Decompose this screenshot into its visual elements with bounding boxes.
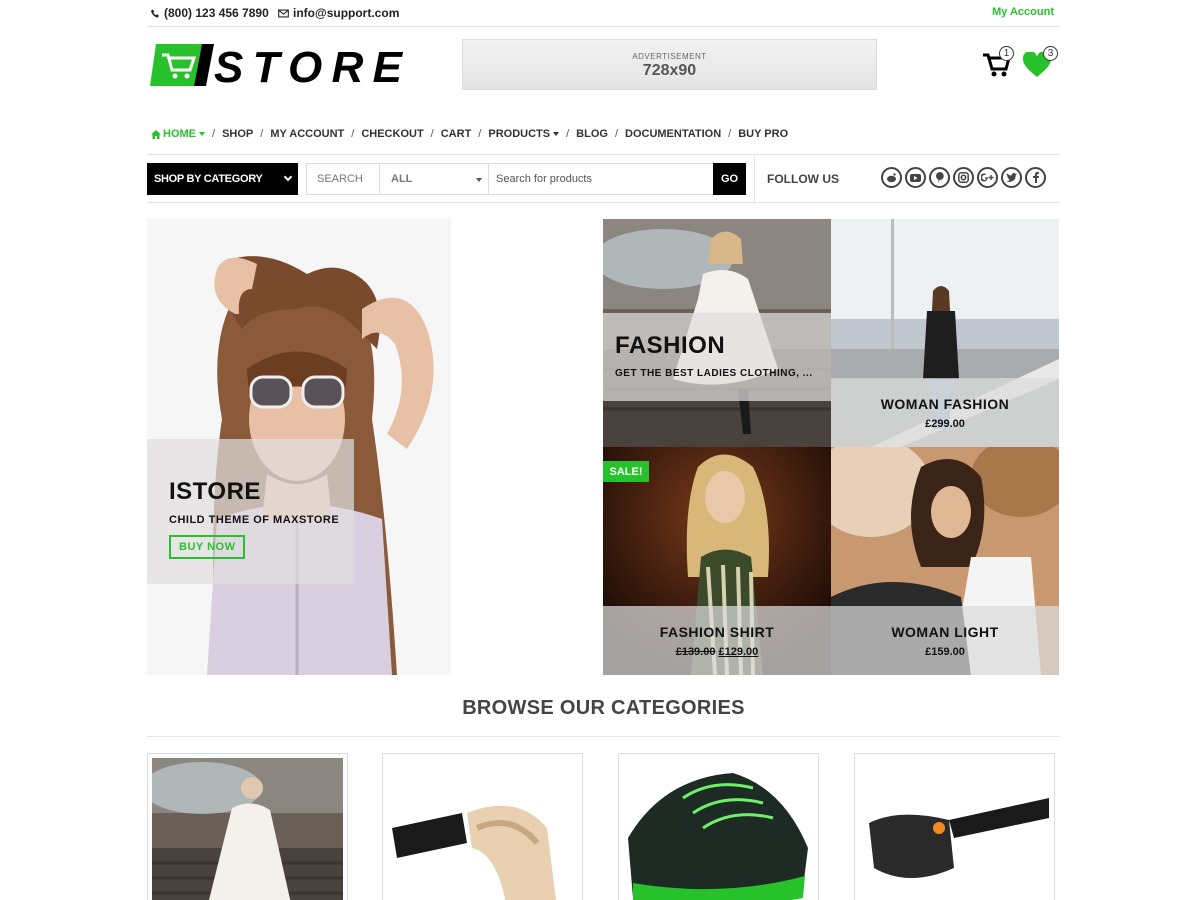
category-select-value[interactable]: ALL xyxy=(391,173,412,185)
phone-icon xyxy=(151,9,159,17)
fashion-category-image xyxy=(152,758,343,900)
top-bar: (800) 123 456 7890 info@support.com My A… xyxy=(147,0,1060,27)
email-address[interactable]: info@support.com xyxy=(293,6,399,20)
follow-us-label: FOLLOW US xyxy=(767,172,839,186)
google-plus-icon[interactable] xyxy=(977,167,998,188)
wishlist-button[interactable]: 3 xyxy=(1022,46,1058,83)
nav-label-home[interactable]: HOME xyxy=(163,128,196,140)
istore-logo: STORE xyxy=(150,43,406,92)
buy-now-button[interactable]: BUY NOW xyxy=(169,535,246,559)
fashion-title: FASHION xyxy=(615,332,726,359)
woman-fashion-name: WOMAN FASHION xyxy=(880,396,1010,412)
category-image xyxy=(387,758,578,900)
category-image xyxy=(152,758,343,900)
category-card[interactable] xyxy=(618,753,819,900)
pinterest-icon[interactable] xyxy=(929,167,950,188)
woman-fashion-price: £299.00 xyxy=(925,418,965,430)
hero-tile-fashion[interactable]: FASHION GET THE BEST LADIES CLOTHING, ..… xyxy=(603,219,831,447)
shoes-category-image xyxy=(623,758,814,900)
nav-item-home[interactable]: HOME xyxy=(144,128,212,140)
search-label: SEARCH xyxy=(306,163,380,195)
fashion-shirt-prices: £139.00 £129.00 xyxy=(603,646,831,658)
woman-fashion-overlay: WOMAN FASHION £299.00 xyxy=(831,378,1059,447)
wishlist-count-badge: 3 xyxy=(1043,46,1058,61)
fashion-shirt-overlay: FASHION SHIRT £139.00 £129.00 xyxy=(603,606,831,675)
chevron-down-icon xyxy=(476,178,482,182)
hero-main-overlay: ISTORE CHILD THEME OF MAXSTORE BUY NOW xyxy=(147,439,354,584)
category-image xyxy=(623,758,814,900)
category-card[interactable] xyxy=(147,753,348,900)
divider xyxy=(147,736,1060,737)
sale-badge: SALE! xyxy=(603,461,649,482)
hero-tile-woman-fashion[interactable]: WOMAN FASHION £299.00 xyxy=(831,219,1059,447)
my-account-link[interactable]: My Account xyxy=(992,6,1054,18)
phone-number: (800) 123 456 7890 xyxy=(164,6,269,20)
reddit-icon[interactable] xyxy=(881,167,902,188)
youtube-icon[interactable] xyxy=(905,167,926,188)
chevron-down-icon xyxy=(553,132,560,136)
woman-light-overlay: WOMAN LIGHT £159.00 xyxy=(831,606,1059,675)
hero-main-banner[interactable]: ISTORE CHILD THEME OF MAXSTORE BUY NOW xyxy=(147,219,451,675)
fashion-shirt-name: FASHION SHIRT xyxy=(659,624,775,640)
advertisement-banner[interactable]: ADVERTISEMENT 728x90 xyxy=(462,39,877,90)
go-button[interactable]: GO xyxy=(713,163,746,195)
main-nav: HOME / SHOP / MY ACCOUNT / CHECKOUT / CA… xyxy=(144,122,1057,146)
woman-light-name: WOMAN LIGHT xyxy=(891,624,999,640)
chevron-down-icon xyxy=(283,172,293,182)
category-card[interactable] xyxy=(382,753,583,900)
phone-contact: (800) 123 456 7890 xyxy=(151,6,269,20)
twitter-icon[interactable] xyxy=(1001,167,1022,188)
fashion-shirt-old-price: £139.00 xyxy=(675,646,716,658)
site-logo[interactable]: STORE xyxy=(150,43,406,92)
fashion-subtitle: GET THE BEST LADIES CLOTHING, ... xyxy=(615,368,813,379)
search-input[interactable] xyxy=(488,163,714,195)
hero-tile-woman-light[interactable]: WOMAN LIGHT £159.00 xyxy=(831,447,1059,675)
nav-item-buy-pro[interactable]: BUY PRO xyxy=(731,128,795,140)
nav-item-shop[interactable]: SHOP xyxy=(215,128,260,140)
accessory-category-image xyxy=(387,758,578,900)
search-row: SHOP BY CATEGORY SEARCH ALL GO FOLLOW US xyxy=(147,154,1060,203)
browse-categories-heading: BROWSE OUR CATEGORIES xyxy=(462,697,745,719)
category-select[interactable]: ALL xyxy=(379,163,489,195)
instagram-icon[interactable] xyxy=(953,167,974,188)
sunglasses-category-image xyxy=(859,758,1050,900)
svg-text:STORE: STORE xyxy=(214,44,404,86)
fashion-shirt-new-price: £129.00 xyxy=(718,646,759,658)
fashion-overlay: FASHION GET THE BEST LADIES CLOTHING, ..… xyxy=(603,313,831,401)
category-card[interactable] xyxy=(854,753,1055,900)
email-contact[interactable]: info@support.com xyxy=(278,6,399,20)
cart-count-badge: 1 xyxy=(999,46,1014,61)
nav-item-checkout[interactable]: CHECKOUT xyxy=(354,128,430,140)
hero-main-subtitle: CHILD THEME OF MAXSTORE xyxy=(169,514,340,526)
cart-button[interactable]: 1 xyxy=(982,46,1014,83)
chevron-down-icon xyxy=(199,132,205,136)
nav-label-products[interactable]: PRODUCTS xyxy=(488,128,550,140)
nav-item-cart[interactable]: CART xyxy=(434,128,479,140)
nav-item-products[interactable]: PRODUCTS xyxy=(481,128,566,140)
nav-item-documentation[interactable]: DOCUMENTATION xyxy=(618,128,728,140)
category-image xyxy=(859,758,1050,900)
ad-label: ADVERTISEMENT xyxy=(632,52,707,61)
divider xyxy=(754,155,755,202)
nav-item-blog[interactable]: BLOG xyxy=(569,128,615,140)
shop-by-category-button[interactable]: SHOP BY CATEGORY xyxy=(147,163,298,195)
facebook-icon[interactable] xyxy=(1025,167,1046,188)
ad-size: 728x90 xyxy=(642,62,697,79)
shop-by-category-label[interactable]: SHOP BY CATEGORY xyxy=(154,173,263,185)
social-links xyxy=(881,167,1046,188)
nav-item-my-account[interactable]: MY ACCOUNT xyxy=(263,128,351,140)
home-icon xyxy=(151,129,161,139)
woman-light-price: £159.00 xyxy=(925,646,965,658)
hero-main-title: ISTORE xyxy=(169,478,261,505)
envelope-icon xyxy=(278,9,289,17)
